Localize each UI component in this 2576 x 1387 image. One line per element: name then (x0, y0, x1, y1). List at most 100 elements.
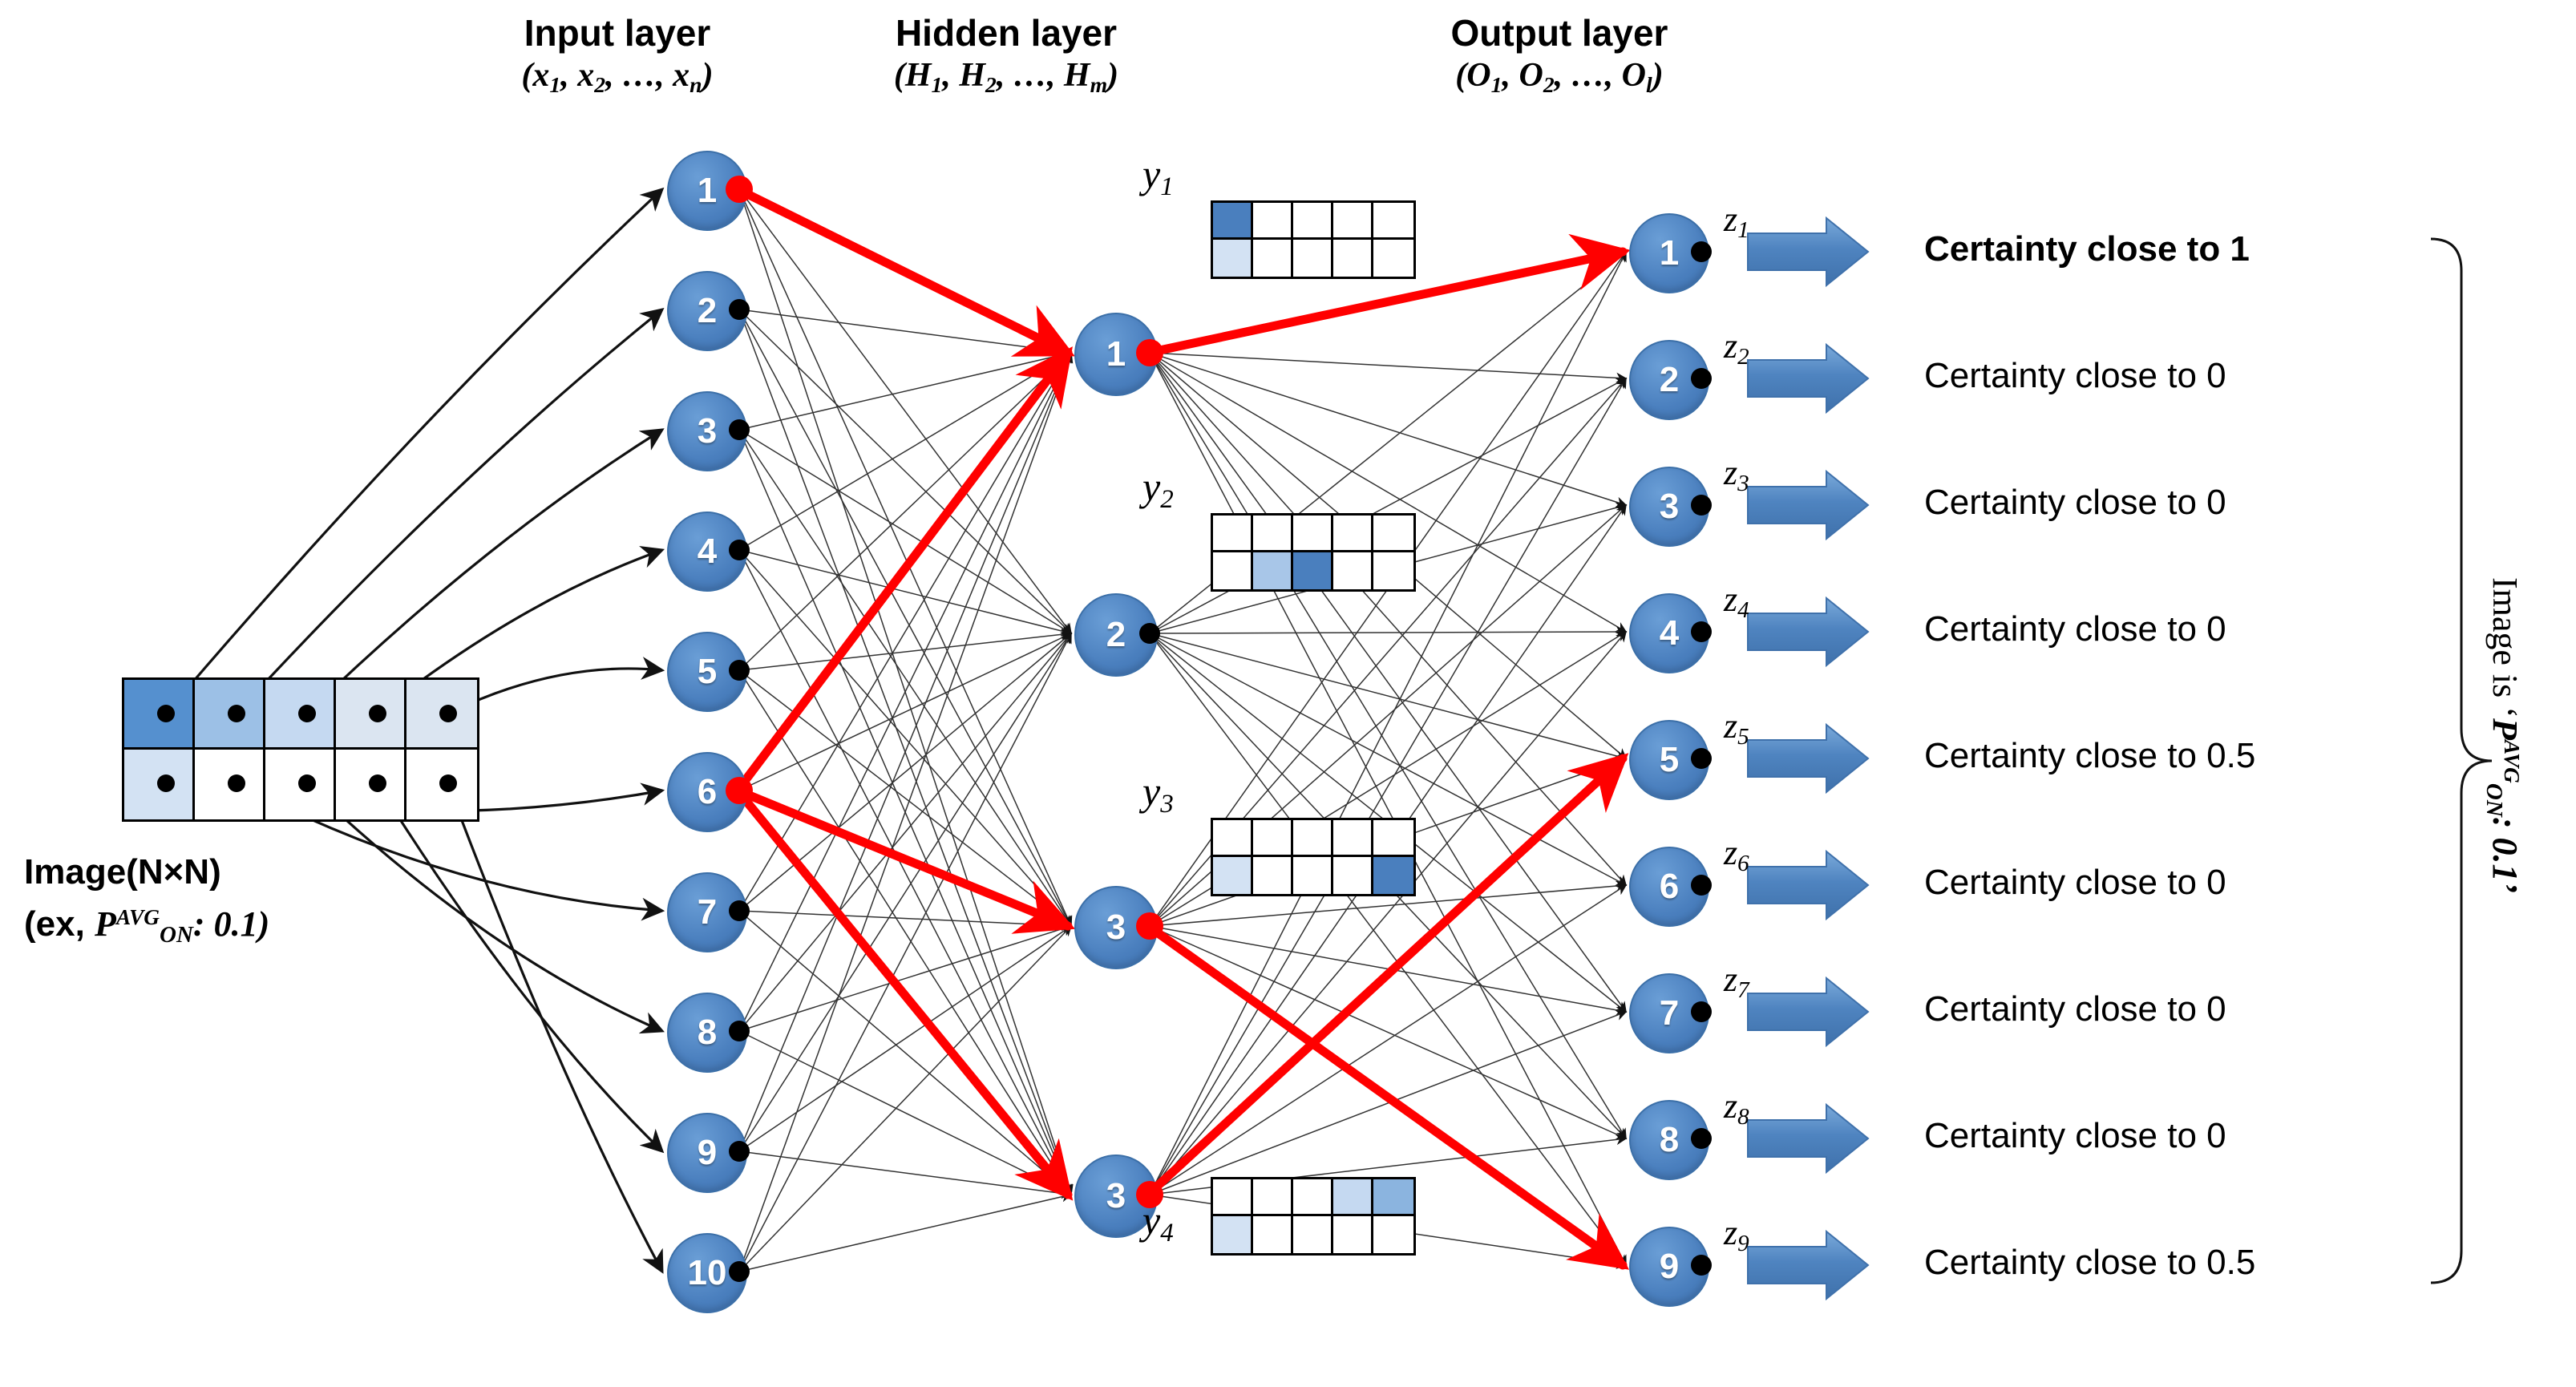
output-signal-label-z9: z9 (1724, 1213, 1749, 1257)
feature-map-cell (1213, 203, 1253, 240)
connection-line (738, 669, 1073, 927)
block-arrow-right-icon (1747, 469, 1870, 541)
connection-line (738, 549, 1072, 1196)
node-label: 4 (697, 532, 718, 571)
node-connector-dot (729, 900, 750, 921)
node-label: 2 (1106, 615, 1126, 654)
pixel-connector-dot (297, 774, 316, 793)
pixel-connector-dot (439, 705, 457, 723)
node-connector-dot (729, 1141, 750, 1162)
feature-map-cell (1253, 1216, 1293, 1253)
conclusion-text: Image is ‘PAVGON: 0.1’ (2481, 577, 2525, 893)
pixel-connector-dot (368, 705, 386, 723)
node-connector-dot (1691, 495, 1712, 516)
node-connector-dot (729, 419, 750, 440)
feature-map-cell (1213, 240, 1253, 277)
feature-map-cell (1333, 1216, 1373, 1253)
certainty-text-7: Certainty close to 0 (1924, 989, 2226, 1029)
feature-map-cell (1253, 820, 1293, 857)
feature-map-cell (1293, 516, 1333, 552)
connection-line (738, 351, 1072, 912)
node-label: 3 (1659, 487, 1680, 526)
feature-map-label-y2: y2 (1142, 464, 1174, 515)
output-signal-label-z2: z2 (1724, 326, 1749, 370)
feature-map-y4 (1211, 1177, 1416, 1256)
node-connector-dot-highlighted (726, 777, 753, 804)
node-connector-dot (1691, 1001, 1712, 1022)
node-connector-dot (1691, 621, 1712, 642)
certainty-text-3: Certainty close to 0 (1924, 483, 2226, 522)
feature-map-cell (1373, 552, 1413, 589)
connection-line (1149, 250, 1627, 1195)
block-arrow-right-icon (1747, 976, 1870, 1048)
certainty-text-2: Certainty close to 0 (1924, 356, 2226, 395)
certainty-text-1: Certainty close to 1 (1924, 229, 2250, 269)
feature-map-cell (1253, 857, 1293, 894)
feature-map-cell (1373, 857, 1413, 894)
block-arrow-right-icon (1747, 216, 1870, 288)
highlight-connection-line (733, 786, 1074, 1201)
node-connector-dot (1691, 1128, 1712, 1149)
node-label: 4 (1659, 613, 1680, 653)
feature-map-cell (1333, 240, 1373, 277)
feature-map-cell (1253, 552, 1293, 589)
pixel-connector-dot (227, 705, 245, 723)
connection-line (738, 629, 1073, 671)
feature-map-cell (1213, 516, 1253, 552)
node-label: 3 (697, 411, 718, 451)
pixel-connector-dot (156, 774, 175, 793)
connection-line (738, 429, 1073, 634)
node-connector-dot (729, 1261, 750, 1282)
node-connector-dot (1691, 875, 1712, 896)
node-label: 2 (1659, 360, 1680, 399)
node-label: 5 (1659, 740, 1680, 779)
feature-map-cell (1253, 1179, 1293, 1216)
connection-line (738, 910, 1073, 932)
connection-line (738, 669, 1072, 1196)
connection-line (738, 1191, 1073, 1272)
block-arrow-right-icon (1747, 342, 1870, 414)
node-label: 1 (1659, 233, 1680, 273)
conclusion-prefix: Image is ‘ (2485, 577, 2525, 718)
block-arrows-group (1747, 216, 1870, 1301)
image-caption-line1: Image(N×N) (24, 852, 221, 892)
output-signal-label-z6: z6 (1724, 833, 1749, 877)
feature-map-cell (1253, 240, 1293, 277)
block-arrow-right-icon (1747, 849, 1870, 921)
feature-map-cell (1293, 857, 1333, 894)
output-signal-label-z7: z7 (1724, 960, 1749, 1004)
feature-map-label-y1: y1 (1142, 152, 1174, 202)
node-label: 1 (697, 171, 718, 210)
block-arrow-right-icon (1747, 722, 1870, 795)
conclusion-symbol: P (2485, 718, 2525, 740)
feature-map-cell (1293, 1179, 1333, 1216)
connection-line (738, 925, 1073, 1152)
connection-line (738, 1030, 1073, 1195)
node-connector-dot-highlighted (1136, 339, 1163, 366)
edges-hidden-to-output (1149, 248, 1628, 1269)
image-caption-value: : 0.1) (192, 904, 270, 944)
node-label: 10 (687, 1253, 727, 1292)
feature-map-cell (1373, 820, 1413, 857)
node-connector-dot-highlighted (1136, 912, 1163, 940)
feature-map-cell (1333, 857, 1373, 894)
pixel-connector-dot (297, 705, 316, 723)
node-label: 3 (1106, 908, 1126, 947)
connection-line (1149, 925, 1628, 1140)
output-signal-label-z3: z3 (1724, 453, 1749, 497)
feature-map-cell (1293, 820, 1333, 857)
node-label: 6 (697, 772, 718, 811)
feature-map-cell (1213, 820, 1253, 857)
node-label: 3 (1106, 1176, 1126, 1215)
node-label: 6 (1659, 867, 1680, 906)
image-caption-prefix: (ex, (24, 904, 95, 944)
node-label: 1 (1106, 334, 1126, 374)
node-connector-dot (1691, 241, 1712, 262)
node-label: 9 (1659, 1247, 1680, 1286)
connection-line (1149, 352, 1627, 1140)
block-arrow-right-icon (1747, 1229, 1870, 1301)
feature-map-cell (1213, 857, 1253, 894)
node-label: 8 (697, 1013, 718, 1052)
feature-map-cell (1333, 820, 1373, 857)
image-pixel-grid (122, 677, 479, 822)
